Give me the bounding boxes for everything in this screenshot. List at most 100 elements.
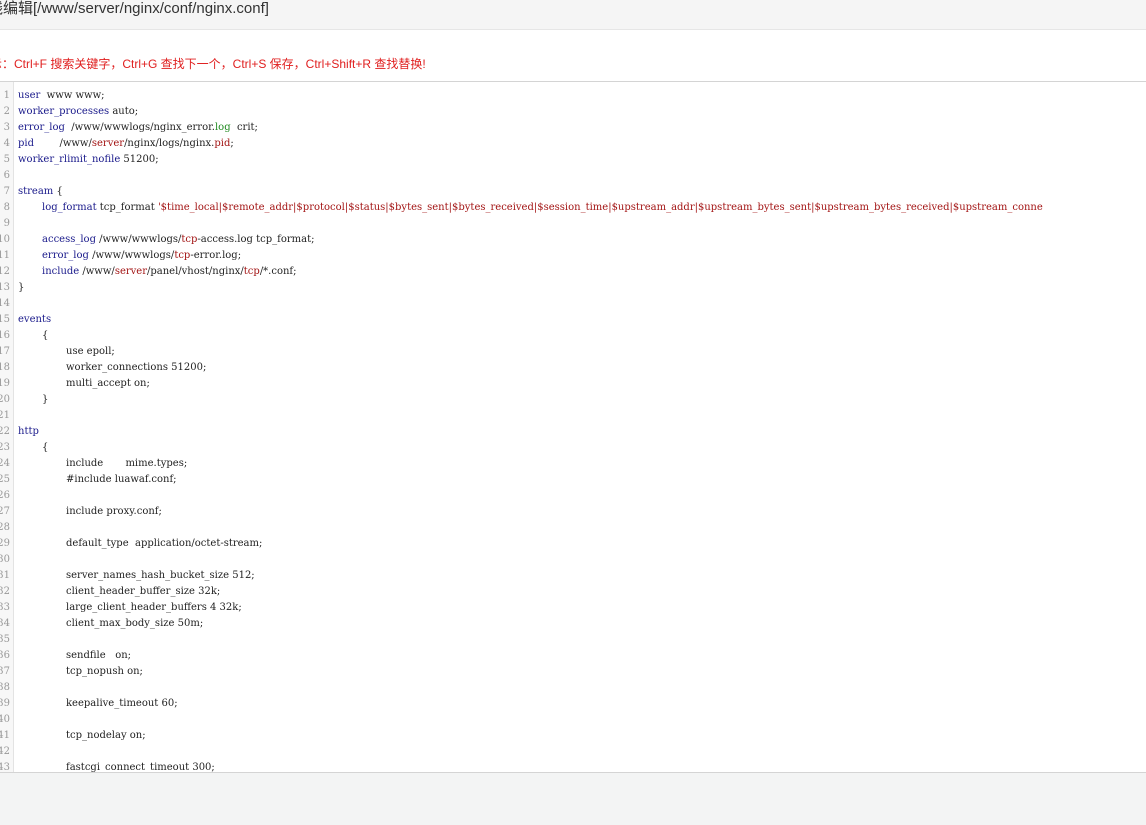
- code-line[interactable]: 19 multi_accept on;: [0, 376, 1146, 392]
- code-token: 51200;: [120, 154, 159, 165]
- code-token: worker_processes: [18, 106, 110, 117]
- line-text: client_max_body_size 50m;: [66, 616, 203, 632]
- code-token: default_type application/octet-stream;: [66, 538, 263, 549]
- line-number: 9: [3, 218, 10, 229]
- code-line[interactable]: 25 #include luawaf.conf;: [0, 472, 1146, 488]
- line-number: 25: [0, 474, 10, 485]
- code-area[interactable]: 1 user www www; 2 worker_processes auto; 3 er…: [0, 88, 1146, 773]
- line-number: 1: [3, 90, 10, 101]
- line-text: sendfile on;: [66, 648, 131, 664]
- code-line[interactable]: 11 error_log /www/wwwlogs/tcp-error.log;: [0, 248, 1146, 264]
- line-number: 10: [0, 234, 10, 245]
- code-line[interactable]: 1 user www www;: [0, 88, 1146, 104]
- code-line[interactable]: 22 http: [0, 424, 1146, 440]
- line-text: error_log /www/wwwlogs/tcp-error.log;: [42, 248, 241, 264]
- code-token: include proxy.conf;: [66, 506, 162, 517]
- code-editor[interactable]: 1 user www www; 2 worker_processes auto; 3 er…: [0, 81, 1146, 773]
- code-token: ;: [230, 138, 234, 149]
- line-number: 15: [0, 314, 10, 325]
- code-line[interactable]: 16 {: [0, 328, 1146, 344]
- code-line[interactable]: 24 include mime.types;: [0, 456, 1146, 472]
- code-token: -error.log;: [190, 250, 242, 261]
- code-line[interactable]: 28: [0, 520, 1146, 536]
- line-text: server_names_hash_bucket_size 512;: [66, 568, 255, 584]
- code-token: /*.conf;: [259, 266, 297, 277]
- code-token: log_format: [42, 202, 97, 213]
- code-line[interactable]: 8 log_format tcp_format '$time_local|$rem…: [0, 200, 1146, 216]
- code-line[interactable]: 13}: [0, 280, 1146, 296]
- code-line[interactable]: 26: [0, 488, 1146, 504]
- code-line[interactable]: 43 fastcgi_connect_timeout 300;: [0, 760, 1146, 773]
- code-line[interactable]: 38: [0, 680, 1146, 696]
- line-number: 17: [0, 346, 10, 357]
- code-line[interactable]: 31 server_names_hash_bucket_size 512;: [0, 568, 1146, 584]
- line-number: 43: [0, 762, 10, 773]
- code-line[interactable]: 39 keepalive_timeout 60;: [0, 696, 1146, 712]
- code-line[interactable]: 32 client_header_buffer_size 32k;: [0, 584, 1146, 600]
- code-line[interactable]: 18 worker_connections 51200;: [0, 360, 1146, 376]
- code-line[interactable]: 15 events: [0, 312, 1146, 328]
- shortcut-tip: 示：Ctrl+F 搜索关键字，Ctrl+G 查找下一个，Ctrl+S 保存，Ct…: [0, 57, 426, 71]
- line-text: worker_processes auto;: [18, 104, 138, 120]
- line-number: 35: [0, 634, 10, 645]
- code-line[interactable]: 7 stream {: [0, 184, 1146, 200]
- code-line[interactable]: 14: [0, 296, 1146, 312]
- code-line[interactable]: 42: [0, 744, 1146, 760]
- line-number: 21: [0, 410, 10, 421]
- code-line[interactable]: 4 pid /www/server/nginx/logs/nginx.pid;: [0, 136, 1146, 152]
- line-number: 27: [0, 506, 10, 517]
- code-token: sendfile on;: [66, 650, 132, 661]
- code-token: use epoll;: [66, 346, 115, 357]
- line-text: keepalive_timeout 60;: [66, 696, 178, 712]
- code-line[interactable]: 40: [0, 712, 1146, 728]
- line-number: 12: [0, 266, 10, 277]
- line-text: default_type application/octet-stream;: [66, 536, 262, 552]
- line-number: 18: [0, 362, 10, 373]
- code-token: events: [18, 314, 52, 325]
- line-text: tcp_nodelay on;: [66, 728, 146, 744]
- code-line[interactable]: 33 large_client_header_buffers 4 32k;: [0, 600, 1146, 616]
- line-number: 11: [0, 250, 10, 261]
- code-token: server: [91, 138, 125, 149]
- line-number: 14: [0, 298, 10, 309]
- code-line[interactable]: 10 access_log /www/wwwlogs/tcp-access.log…: [0, 232, 1146, 248]
- code-line[interactable]: 5 worker_rlimit_nofile 51200;: [0, 152, 1146, 168]
- code-line[interactable]: 36 sendfile on;: [0, 648, 1146, 664]
- code-token: {: [42, 442, 49, 453]
- line-text: multi_accept on;: [66, 376, 150, 392]
- code-line[interactable]: 34 client_max_body_size 50m;: [0, 616, 1146, 632]
- code-line[interactable]: 29 default_type application/octet-stream;: [0, 536, 1146, 552]
- line-text: use epoll;: [66, 344, 115, 360]
- line-number: 36: [0, 650, 10, 661]
- code-line[interactable]: 9: [0, 216, 1146, 232]
- code-line[interactable]: 12 include /www/server/panel/vhost/nginx/…: [0, 264, 1146, 280]
- line-text: {: [42, 328, 48, 344]
- line-text: tcp_nopush on;: [66, 664, 143, 680]
- code-token: include mime.types;: [66, 458, 188, 469]
- line-text: client_header_buffer_size 32k;: [66, 584, 220, 600]
- code-token: log: [214, 122, 231, 133]
- code-line[interactable]: 41 tcp_nodelay on;: [0, 728, 1146, 744]
- code-token: }: [18, 282, 25, 293]
- code-line[interactable]: 23 {: [0, 440, 1146, 456]
- line-text: {: [42, 440, 48, 456]
- code-token: /nginx/logs/nginx.: [124, 138, 215, 149]
- code-token: error_log: [42, 250, 89, 261]
- code-line[interactable]: 6: [0, 168, 1146, 184]
- line-number: 32: [0, 586, 10, 597]
- code-line[interactable]: 17 use epoll;: [0, 344, 1146, 360]
- code-token: multi_accept on;: [66, 378, 150, 389]
- code-line[interactable]: 3 error_log /www/wwwlogs/nginx_error.log …: [0, 120, 1146, 136]
- code-line[interactable]: 2 worker_processes auto;: [0, 104, 1146, 120]
- code-line[interactable]: 27 include proxy.conf;: [0, 504, 1146, 520]
- code-line[interactable]: 20}: [0, 392, 1146, 408]
- editor-titlebar: 线编辑[/www/server/nginx/conf/nginx.conf]: [0, 0, 1146, 30]
- code-line[interactable]: 37 tcp_nopush on;: [0, 664, 1146, 680]
- code-token: pid: [214, 138, 231, 149]
- code-token: /www/: [34, 138, 92, 149]
- code-line[interactable]: 30: [0, 552, 1146, 568]
- code-line[interactable]: 21: [0, 408, 1146, 424]
- line-number: 5: [3, 154, 10, 165]
- code-line[interactable]: 35: [0, 632, 1146, 648]
- code-token: stream: [18, 186, 54, 197]
